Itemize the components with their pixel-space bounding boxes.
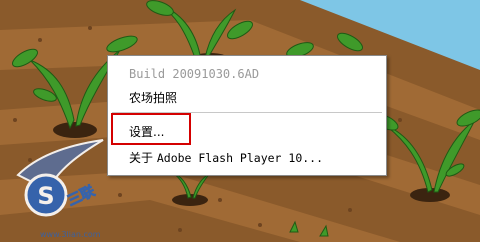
menu-item-about-cn: 关于 — [129, 151, 154, 165]
watermark-url: www.3lian.com — [40, 230, 101, 239]
menu-item-farm-photo[interactable]: 农场拍照 — [129, 88, 177, 108]
menu-item-about-en: Adobe Flash Player 10... — [156, 151, 324, 165]
settings-highlight-box — [111, 113, 191, 145]
logo-s-glyph: S — [37, 182, 54, 210]
logo-text: 三联 — [65, 183, 98, 210]
flash-farm-game-scene[interactable]: S 三联 www.3lian.com Build 20091030.6AD 农场… — [0, 0, 480, 242]
menu-item-build-version: Build 20091030.6AD — [129, 67, 260, 81]
site-logo: S 三联 — [8, 135, 108, 234]
menu-item-about-flash[interactable]: 关于 Adobe Flash Player 10... — [129, 148, 323, 168]
